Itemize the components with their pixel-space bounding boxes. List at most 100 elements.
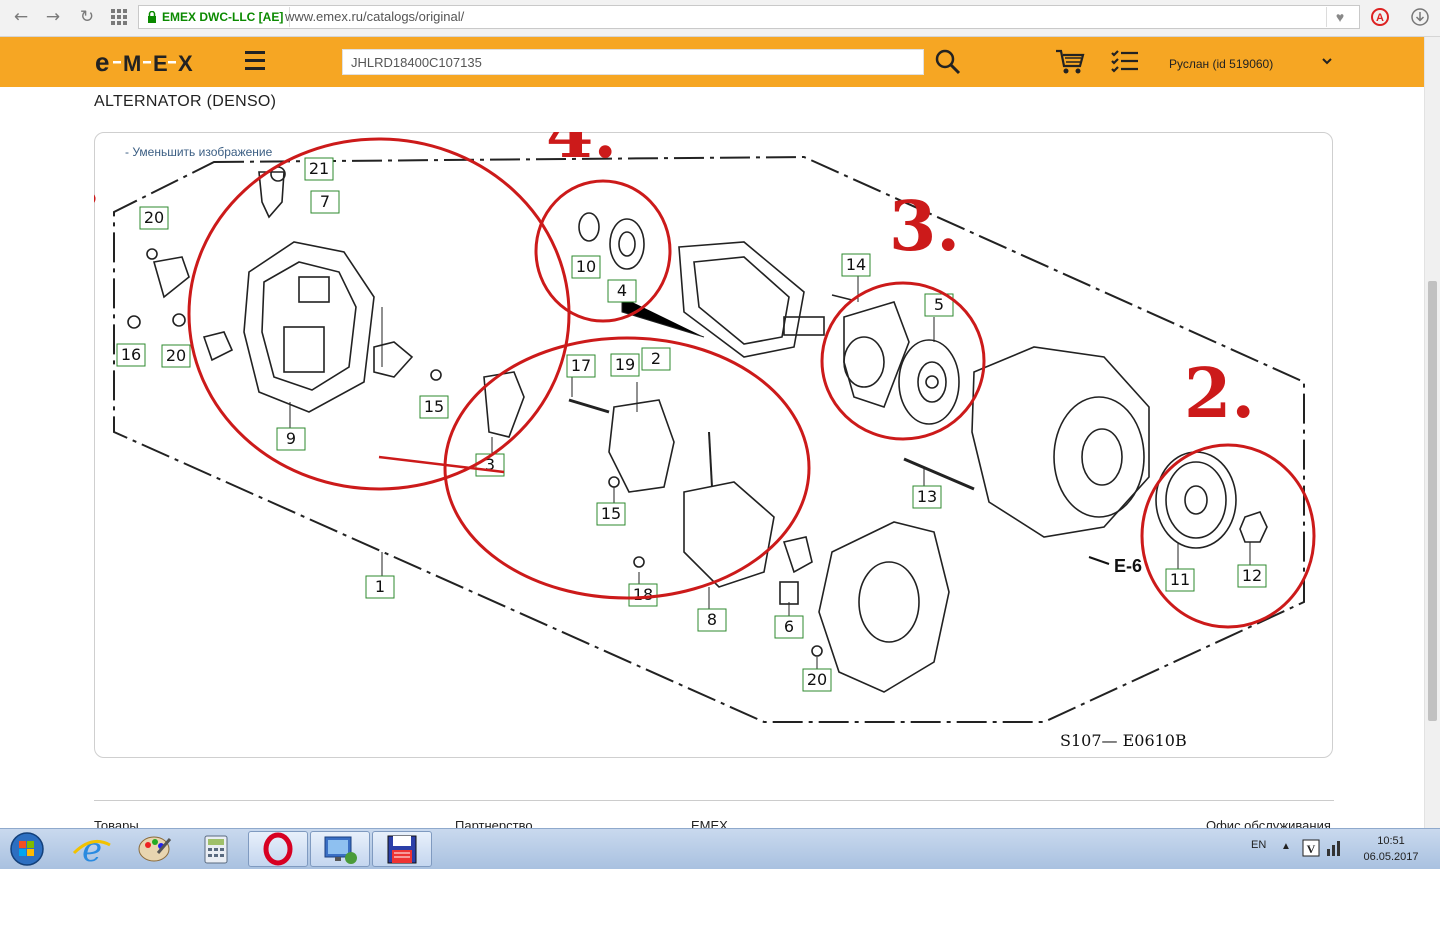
part-number-label: 10 <box>576 257 596 276</box>
address-bar[interactable]: EMEX DWC-LLC [AE] www.emex.ru/catalogs/o… <box>138 5 1360 29</box>
brush-holder-part[interactable] <box>483 371 813 605</box>
part-number-label: 19 <box>615 355 635 374</box>
annotation-4: 4. <box>546 132 617 174</box>
part-number-label: 2 <box>651 349 661 368</box>
orders-list-icon[interactable] <box>1110 49 1140 75</box>
page-scrollbar[interactable] <box>1424 37 1440 828</box>
save-floppy-icon[interactable] <box>372 831 432 867</box>
opera-browser-icon[interactable] <box>248 831 308 867</box>
part-callout-4[interactable]: 20 <box>161 344 191 368</box>
part-number-label: 15 <box>424 397 444 416</box>
adblock-icon[interactable]: A <box>1370 7 1390 27</box>
emex-logo[interactable]: e M E X <box>95 47 205 77</box>
scrollbar-thumb[interactable] <box>1428 281 1437 721</box>
annotation-2: 2. <box>1184 354 1255 434</box>
part-number-label: 20 <box>807 670 827 689</box>
site-header: e M E X Руслан (id 519060) <box>0 37 1424 87</box>
part-number-label: 4 <box>617 281 627 300</box>
browser-toolbar: ← → ↻ EMEX DWC-LLC [AE] www.emex.ru/cata… <box>0 0 1440 37</box>
part-callout-2[interactable]: 20 <box>139 206 169 230</box>
svg-text:X: X <box>178 51 193 75</box>
footer-divider <box>94 800 1334 801</box>
user-account-label[interactable]: Руслан (id 519060) <box>1169 57 1273 71</box>
part-number-label: 21 <box>309 159 329 178</box>
svg-text:V: V <box>1307 842 1316 856</box>
part-number-label: 14 <box>846 255 866 274</box>
tray-app-icon[interactable]: V <box>1302 839 1322 857</box>
chevron-down-icon[interactable] <box>1321 54 1333 70</box>
part-callout-18[interactable]: 13 <box>912 485 942 509</box>
reduce-image-link[interactable]: - Уменьшить изображение <box>125 145 272 159</box>
menu-hamburger-icon[interactable] <box>245 51 265 71</box>
part-number-label: 12 <box>1242 566 1262 585</box>
system-clock[interactable]: 10:51 06.05.2017 <box>1352 833 1430 865</box>
part-callout-22[interactable]: 12 <box>1237 564 1267 588</box>
vin-search-input[interactable] <box>342 49 924 75</box>
part-callout-14[interactable]: 18 <box>628 583 658 607</box>
bookmark-heart-icon[interactable]: ♥ <box>1326 7 1353 27</box>
cart-icon[interactable] <box>1055 48 1085 76</box>
windows-taskbar: e EN ▲ V 10:51 06.05.2017 <box>0 828 1440 870</box>
svg-text:e: e <box>82 831 102 867</box>
part-callout-3[interactable]: 16 <box>116 343 146 367</box>
part-callout-0[interactable]: 21 <box>304 157 334 181</box>
part-callout-20[interactable]: 20 <box>802 668 832 692</box>
svg-text:e: e <box>95 49 109 75</box>
part-number-label: 6 <box>784 617 794 636</box>
network-icon[interactable] <box>1326 839 1342 857</box>
lock-icon <box>148 11 156 23</box>
svg-text:M: M <box>123 51 141 75</box>
rear-cover-part[interactable] <box>127 166 442 413</box>
calculator-icon[interactable] <box>186 831 246 867</box>
clock-time: 10:51 <box>1377 835 1405 847</box>
internet-explorer-icon[interactable]: e <box>62 830 122 870</box>
clock-date: 06.05.2017 <box>1363 851 1419 863</box>
back-arrow-icon[interactable]: ← <box>10 6 32 28</box>
apps-grid-icon[interactable] <box>108 6 130 28</box>
alternator-parts-diagram: 2172016 20159104217 193151881451362011 121 … <box>94 132 1316 750</box>
part-callout-1[interactable]: 7 <box>310 190 340 214</box>
part-number-label: 16 <box>121 345 141 364</box>
reload-icon[interactable]: ↻ <box>76 6 98 28</box>
part-number-label: 7 <box>320 192 330 211</box>
show-hidden-icons-icon[interactable]: ▲ <box>1281 841 1291 852</box>
secure-site-badge[interactable]: EMEX DWC-LLC [AE] <box>141 7 291 27</box>
part-number-label: 11 <box>1170 570 1190 589</box>
part-callout-7[interactable]: 10 <box>571 255 601 279</box>
part-callout-5[interactable]: 15 <box>419 395 449 419</box>
part-number-label: 20 <box>166 346 186 365</box>
part-number-label: 17 <box>571 356 591 375</box>
search-icon[interactable] <box>935 49 961 75</box>
part-callout-21[interactable]: 11 <box>1165 568 1195 592</box>
url-text[interactable]: www.emex.ru/catalogs/original/ <box>285 7 464 27</box>
svg-text:A: A <box>1376 12 1384 24</box>
forward-arrow-icon[interactable]: → <box>42 6 64 28</box>
part-callout-23[interactable]: 1 <box>365 575 395 599</box>
remote-desktop-icon[interactable] <box>310 831 370 867</box>
annotation-1: 1. <box>94 141 101 221</box>
blank-area <box>0 869 1440 936</box>
part-number-label: 20 <box>144 208 164 227</box>
part-callout-16[interactable]: 14 <box>841 253 871 277</box>
part-number-label: 1 <box>375 577 385 596</box>
part-number-label: 15 <box>601 504 621 523</box>
part-callout-11[interactable]: 19 <box>610 353 640 377</box>
part-callout-13[interactable]: 15 <box>596 502 626 526</box>
part-callout-6[interactable]: 9 <box>276 427 306 451</box>
reference-arrow-label: E-6 <box>1114 556 1142 576</box>
part-number-label: 8 <box>707 610 717 629</box>
paint-icon[interactable] <box>124 831 184 867</box>
part-number-label: 13 <box>917 487 937 506</box>
part-number-label: 5 <box>934 295 944 314</box>
part-callout-15[interactable]: 8 <box>697 608 727 632</box>
site-badge-label: EMEX DWC-LLC [AE] <box>162 10 284 24</box>
diagram-code: S107— E0610B <box>1060 731 1187 750</box>
download-icon[interactable] <box>1410 7 1430 27</box>
start-button-icon[interactable] <box>8 831 46 867</box>
keyboard-language-indicator[interactable]: EN <box>1251 839 1266 851</box>
part-callout-9[interactable]: 2 <box>641 347 671 371</box>
part-callout-8[interactable]: 4 <box>607 279 637 303</box>
part-callout-10[interactable]: 17 <box>566 354 596 378</box>
part-callout-19[interactable]: 6 <box>774 615 804 639</box>
annotation-3: 3. <box>889 187 960 267</box>
